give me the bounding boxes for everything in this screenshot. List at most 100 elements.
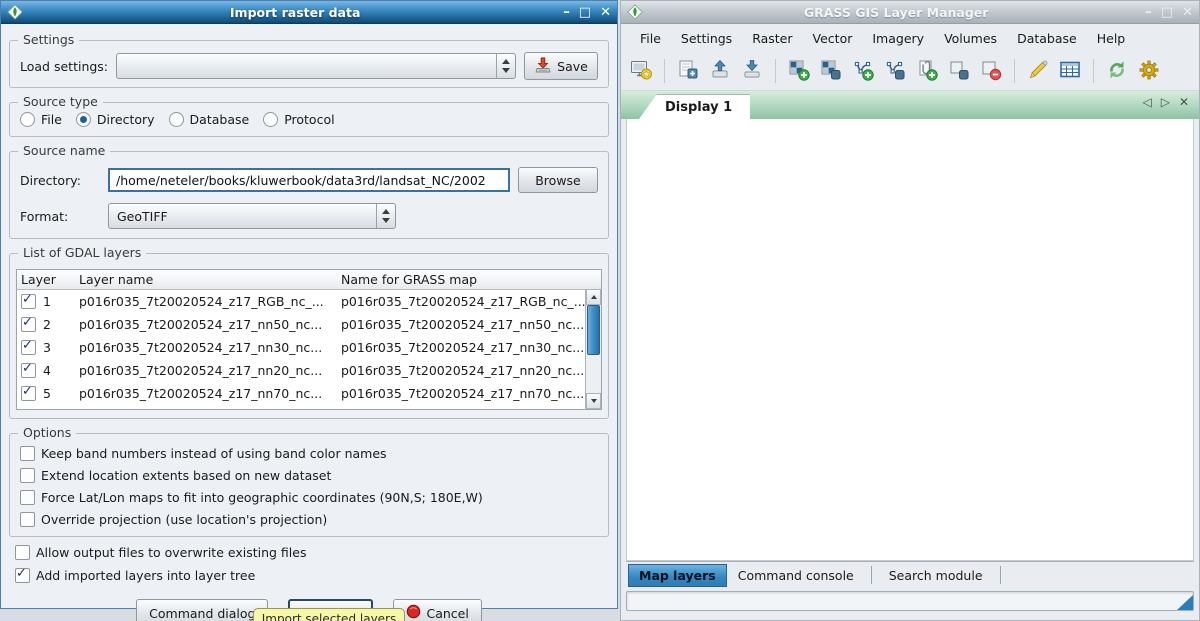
format-combobox[interactable]: GeoTIFF: [108, 203, 396, 229]
close-button[interactable]: ✕: [1182, 5, 1193, 20]
tab-prev-icon[interactable]: ◁: [1142, 95, 1151, 109]
toolbar-add-various-layers-button[interactable]: [913, 57, 941, 85]
scroll-down-icon[interactable]: [586, 393, 601, 409]
checkbox-add-imported-layers-into-layer-tree[interactable]: Add imported layers into layer tree: [15, 568, 617, 583]
toolbar-attribute-table-button[interactable]: [1056, 57, 1084, 85]
minimize-button[interactable]: –: [563, 5, 570, 20]
checkbox-control[interactable]: [20, 468, 35, 483]
toolbar-add-multiple-raster-layers-button[interactable]: [817, 57, 845, 85]
checkbox-keep-band-numbers-instead-of-using-band-[interactable]: Keep band numbers instead of using band …: [20, 442, 598, 464]
gdal-layer-row-3[interactable]: 3p016r035_7t20020524_z17_nn30_nc...p016r…: [17, 336, 601, 359]
source-type-group-label: Source type: [18, 94, 103, 109]
command-prompt-input[interactable]: [626, 591, 1194, 611]
scroll-up-icon[interactable]: [586, 289, 601, 305]
toolbar-edit-pencil-button[interactable]: [1024, 57, 1052, 85]
toolbar-workspace-new-button[interactable]: [674, 57, 702, 85]
radio-directory[interactable]: Directory: [76, 112, 155, 127]
checkbox-control[interactable]: [15, 545, 30, 560]
radio-database[interactable]: Database: [169, 112, 250, 127]
checkbox-extend-location-extents-based-on-new-dat[interactable]: Extend location extents based on new dat…: [20, 464, 598, 486]
toolbar-add-group-button[interactable]: [945, 57, 973, 85]
layer-row-checkbox[interactable]: [21, 363, 36, 378]
tab-search-module[interactable]: Search module: [878, 564, 994, 587]
layer-row-checkbox[interactable]: [21, 317, 36, 332]
checkbox-control[interactable]: [20, 490, 35, 505]
gdal-layer-row-1[interactable]: 1p016r035_7t20020524_z17_RGB_nc_...p016r…: [17, 290, 601, 313]
browse-button[interactable]: Browse: [518, 167, 598, 193]
toolbar-graphical-modeler-button[interactable]: [1103, 57, 1131, 85]
minimize-button[interactable]: –: [1145, 5, 1152, 20]
resize-grip[interactable]: [1177, 595, 1193, 610]
toolbar-add-multiple-vector-layers-button[interactable]: [881, 57, 909, 85]
toolbar-add-raster-layer-button[interactable]: [785, 57, 813, 85]
options-group: Options Keep band numbers instead of usi…: [9, 433, 609, 537]
maximize-button[interactable]: □: [1161, 5, 1173, 20]
close-button[interactable]: ✕: [600, 5, 611, 20]
maximize-button[interactable]: □: [579, 5, 591, 20]
checkbox-label: Keep band numbers instead of using band …: [41, 446, 387, 461]
gdal-layer-row-5[interactable]: 5p016r035_7t20020524_z17_nn70_nc...p016r…: [17, 382, 601, 405]
column-header-grass-name[interactable]: Name for GRASS map: [341, 272, 601, 287]
table-header[interactable]: Layer Layer name Name for GRASS map: [17, 270, 601, 290]
tab-next-icon[interactable]: ▷: [1161, 95, 1170, 109]
combobox-spinner-icon[interactable]: [376, 204, 395, 228]
add-vector-layer-icon: [851, 58, 875, 85]
checkbox-override-projection-use-location-s-proje[interactable]: Override projection (use location's proj…: [20, 508, 598, 530]
load-settings-combobox[interactable]: [116, 53, 516, 79]
cancel-button[interactable]: Cancel: [393, 599, 481, 621]
table-scrollbar[interactable]: [585, 289, 601, 409]
directory-input[interactable]: [108, 168, 510, 192]
checkbox-force-lat-lon-maps-to-fit-into-geographi[interactable]: Force Lat/Lon maps to fit into geographi…: [20, 486, 598, 508]
radio-file-control[interactable]: [20, 112, 35, 127]
add-multiple-raster-layers-icon: [819, 58, 843, 85]
checkbox-control[interactable]: [20, 446, 35, 461]
toolbar-remove-layer-button[interactable]: [977, 57, 1005, 85]
column-header-layer-name[interactable]: Layer name: [79, 272, 341, 287]
tab-close-icon[interactable]: ✕: [1179, 95, 1189, 109]
toolbar-add-vector-layer-button[interactable]: [849, 57, 877, 85]
column-header-layer[interactable]: Layer: [21, 272, 79, 287]
checkbox-control[interactable]: [15, 568, 30, 583]
menu-settings[interactable]: Settings: [672, 28, 741, 49]
menu-help[interactable]: Help: [1088, 28, 1135, 49]
toolbar-workspace-open-button[interactable]: [706, 57, 734, 85]
menu-volumes[interactable]: Volumes: [935, 28, 1006, 49]
gdal-layer-row-4[interactable]: 4p016r035_7t20020524_z17_nn20_nc...p016r…: [17, 359, 601, 382]
layer-row-checkbox[interactable]: [21, 409, 36, 410]
radio-database-control[interactable]: [169, 112, 184, 127]
display-tabstrip: Display 1 ◁ ▷ ✕: [621, 90, 1199, 119]
toolbar-workspace-save-button[interactable]: [738, 57, 766, 85]
radio-directory-control[interactable]: [76, 112, 91, 127]
menu-imagery[interactable]: Imagery: [863, 28, 933, 49]
layer-number: 3: [43, 340, 51, 355]
menu-database[interactable]: Database: [1008, 28, 1086, 49]
radio-protocol[interactable]: Protocol: [263, 112, 334, 127]
menu-vector[interactable]: Vector: [804, 28, 862, 49]
gdal-layer-row-6[interactable]: 6p016r035_7k20020524_z17_nn62_ncp016r035…: [17, 405, 601, 410]
dialog-titlebar[interactable]: Import raster data – □ ✕: [1, 1, 617, 24]
toolbar-new-display-button[interactable]: [627, 57, 655, 85]
scrollbar-thumb[interactable]: [587, 305, 600, 355]
command-dialog-button[interactable]: Command dialog: [136, 599, 268, 621]
radio-file[interactable]: File: [20, 112, 62, 127]
save-settings-button[interactable]: Save: [524, 52, 598, 80]
layer-row-checkbox[interactable]: [21, 340, 36, 355]
tab-display-1[interactable]: Display 1: [639, 94, 750, 119]
gdal-layer-row-2[interactable]: 2p016r035_7t20020524_z17_nn50_nc...p016r…: [17, 313, 601, 336]
checkbox-allow-output-files-to-overwrite-existing[interactable]: Allow output files to overwrite existing…: [15, 545, 617, 560]
layer-manager-titlebar[interactable]: GRASS GIS Layer Manager – □ ✕: [621, 1, 1199, 24]
gdal-layers-table[interactable]: Layer Layer name Name for GRASS map 1p01…: [16, 269, 602, 410]
workspace-new-icon: [676, 58, 700, 85]
layer-tree-panel[interactable]: [626, 119, 1194, 561]
menu-file[interactable]: File: [631, 28, 670, 49]
combobox-spinner-icon[interactable]: [496, 54, 515, 78]
layer-row-checkbox[interactable]: [21, 294, 36, 309]
tab-command-console[interactable]: Command console: [727, 564, 865, 587]
menu-raster[interactable]: Raster: [743, 28, 801, 49]
checkbox-control[interactable]: [20, 512, 35, 527]
radio-protocol-control[interactable]: [263, 112, 278, 127]
layer-row-checkbox[interactable]: [21, 386, 36, 401]
toolbar-settings-gear-button[interactable]: [1135, 57, 1163, 85]
scrollbar-track[interactable]: [586, 305, 601, 393]
tab-map-layers[interactable]: Map layers: [628, 564, 727, 587]
